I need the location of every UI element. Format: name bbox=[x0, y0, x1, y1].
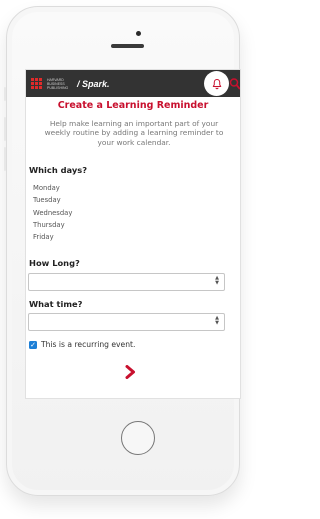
phone-volume-up bbox=[4, 117, 6, 141]
recurring-row[interactable]: ✓ This is a recurring event. bbox=[29, 340, 135, 349]
day-option-friday[interactable]: Friday bbox=[33, 231, 72, 243]
phone-frame: HARVARD BUSINESS PUBLISHING / Spark. Cre… bbox=[4, 6, 241, 496]
phone-side-button bbox=[4, 87, 6, 101]
page-description: Help make learning an important part of … bbox=[44, 119, 224, 147]
brand-name: / Spark. bbox=[77, 78, 110, 89]
day-option-wednesday[interactable]: Wednesday bbox=[33, 207, 72, 219]
phone-volume-down bbox=[4, 147, 6, 171]
search-icon bbox=[229, 78, 240, 90]
next-button[interactable] bbox=[121, 363, 139, 381]
select-arrows-icon: ▲ ▼ bbox=[215, 275, 219, 286]
how-long-label: How Long? bbox=[29, 258, 80, 268]
day-option-tuesday[interactable]: Tuesday bbox=[33, 194, 72, 206]
phone-screen: HARVARD BUSINESS PUBLISHING / Spark. Cre… bbox=[25, 69, 241, 399]
brand-tagline: HARVARD BUSINESS PUBLISHING bbox=[47, 77, 69, 90]
days-label: Which days? bbox=[29, 165, 88, 175]
day-option-monday[interactable]: Monday bbox=[33, 182, 72, 194]
recurring-checkbox[interactable]: ✓ bbox=[29, 340, 37, 349]
recurring-label: This is a recurring event. bbox=[41, 340, 136, 349]
select-arrows-icon: ▲ ▼ bbox=[215, 315, 219, 326]
app-header: HARVARD BUSINESS PUBLISHING / Spark. bbox=[26, 70, 240, 97]
home-button[interactable] bbox=[121, 421, 155, 455]
notifications-button[interactable] bbox=[204, 71, 229, 96]
day-option-thursday[interactable]: Thursday bbox=[33, 219, 72, 231]
bell-icon bbox=[212, 78, 221, 89]
how-long-select[interactable]: ▲ ▼ bbox=[28, 273, 225, 291]
days-list: Monday Tuesday Wednesday Thursday Friday bbox=[33, 182, 72, 243]
what-time-select[interactable]: ▲ ▼ bbox=[28, 313, 225, 331]
brand-grid-icon bbox=[31, 77, 43, 90]
phone-speaker bbox=[111, 44, 144, 48]
what-time-label: What time? bbox=[29, 299, 83, 309]
search-button[interactable] bbox=[229, 76, 240, 90]
phone-camera bbox=[136, 31, 141, 36]
chevron-right-icon bbox=[125, 365, 135, 379]
page-title: Create a Learning Reminder bbox=[57, 100, 209, 111]
